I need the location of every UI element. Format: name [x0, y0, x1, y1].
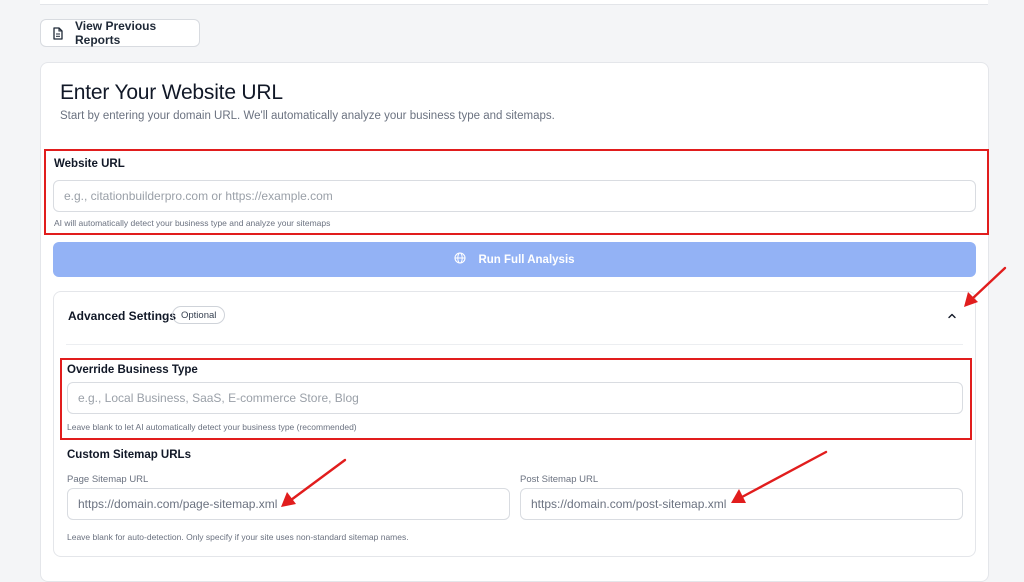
website-url-hint: AI will automatically detect your busine… — [54, 218, 331, 228]
website-url-label: Website URL — [54, 158, 125, 170]
page-title: Enter Your Website URL — [60, 81, 283, 104]
optional-badge: Optional — [172, 306, 226, 324]
run-full-analysis-button[interactable]: Run Full Analysis — [53, 242, 976, 277]
globe-icon — [454, 252, 467, 267]
post-sitemap-input[interactable]: https://domain.com/post-sitemap.xml — [520, 488, 963, 520]
view-previous-reports-label: View Previous Reports — [75, 19, 157, 47]
run-full-analysis-label: Run Full Analysis — [478, 253, 575, 266]
advanced-divider — [66, 344, 963, 345]
override-business-type-input[interactable]: e.g., Local Business, SaaS, E-commerce S… — [67, 382, 963, 414]
document-icon — [52, 26, 64, 40]
override-business-type-hint: Leave blank to let AI automatically dete… — [67, 422, 357, 432]
page-sitemap-input[interactable]: https://domain.com/page-sitemap.xml — [67, 488, 510, 520]
override-business-type-label: Override Business Type — [67, 364, 198, 376]
website-url-input[interactable]: e.g., citationbuilderpro.com or https://… — [53, 180, 976, 212]
chevron-up-icon[interactable] — [947, 308, 957, 326]
url-entry-card: Enter Your Website URL Start by entering… — [40, 62, 989, 582]
view-previous-reports-button[interactable]: View Previous Reports — [40, 19, 200, 47]
custom-sitemap-urls-label: Custom Sitemap URLs — [67, 449, 191, 461]
advanced-settings-panel: Advanced Settings Optional Override Busi… — [53, 291, 976, 557]
page-sitemap-label: Page Sitemap URL — [67, 474, 149, 485]
sitemap-hint: Leave blank for auto-detection. Only spe… — [67, 532, 409, 542]
advanced-settings-title[interactable]: Advanced Settings — [68, 309, 176, 323]
page-subtitle: Start by entering your domain URL. We'll… — [60, 110, 555, 122]
top-panel-edge — [40, 0, 988, 5]
post-sitemap-label: Post Sitemap URL — [520, 474, 599, 485]
